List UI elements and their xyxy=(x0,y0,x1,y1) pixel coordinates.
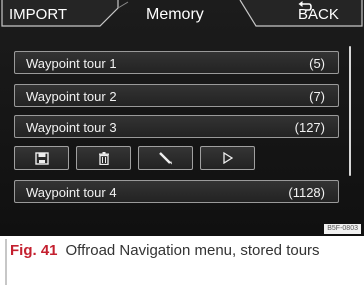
menu-title: Memory xyxy=(146,0,204,30)
image-code: B5F-0803 xyxy=(324,224,361,234)
edit-button[interactable] xyxy=(138,146,193,170)
tour-name: Waypoint tour 4 xyxy=(26,185,117,200)
delete-button[interactable] xyxy=(76,146,131,170)
tour-item-1[interactable]: Waypoint tour 1 (5) xyxy=(14,51,339,74)
back-button[interactable]: BACK xyxy=(298,0,345,30)
edit-icon xyxy=(158,152,172,165)
tour-name: Waypoint tour 1 xyxy=(26,56,117,71)
caption-text: Offroad Navigation menu, stored tours xyxy=(65,242,320,259)
figure-caption: Fig. 41 Offroad Navigation menu, stored t… xyxy=(0,236,364,285)
waypoint-count: (7) xyxy=(309,89,325,104)
caption-text-block: Fig. 41 Offroad Navigation menu, stored t… xyxy=(10,241,355,261)
waypoint-count: (1128) xyxy=(288,185,325,200)
play-icon xyxy=(222,151,233,165)
tour-name: Waypoint tour 2 xyxy=(26,89,117,104)
tour-item-4[interactable]: Waypoint tour 4 (1128) xyxy=(14,180,339,203)
menu-title-label: Memory xyxy=(146,6,204,23)
import-tab[interactable]: IMPORT xyxy=(9,0,67,30)
caption-rule xyxy=(5,239,7,285)
top-bar: IMPORT Memory BACK xyxy=(0,0,364,30)
save-button[interactable] xyxy=(14,146,69,170)
tour-item-2[interactable]: Waypoint tour 2 (7) xyxy=(14,84,339,107)
waypoint-count: (5) xyxy=(309,56,325,71)
save-icon xyxy=(34,152,49,165)
import-label: IMPORT xyxy=(9,6,68,23)
delete-icon xyxy=(98,152,109,166)
waypoint-count: (127) xyxy=(294,120,325,135)
infotainment-screen: IMPORT Memory BACK Waypoint tour 1 (5) W… xyxy=(0,0,364,236)
play-button[interactable] xyxy=(200,146,255,170)
list-scrollbar[interactable] xyxy=(349,46,351,176)
tour-item-3[interactable]: Waypoint tour 3 (127) xyxy=(14,115,339,138)
tour-name: Waypoint tour 3 xyxy=(26,120,117,135)
figure-label: Fig. 41 xyxy=(10,242,58,259)
